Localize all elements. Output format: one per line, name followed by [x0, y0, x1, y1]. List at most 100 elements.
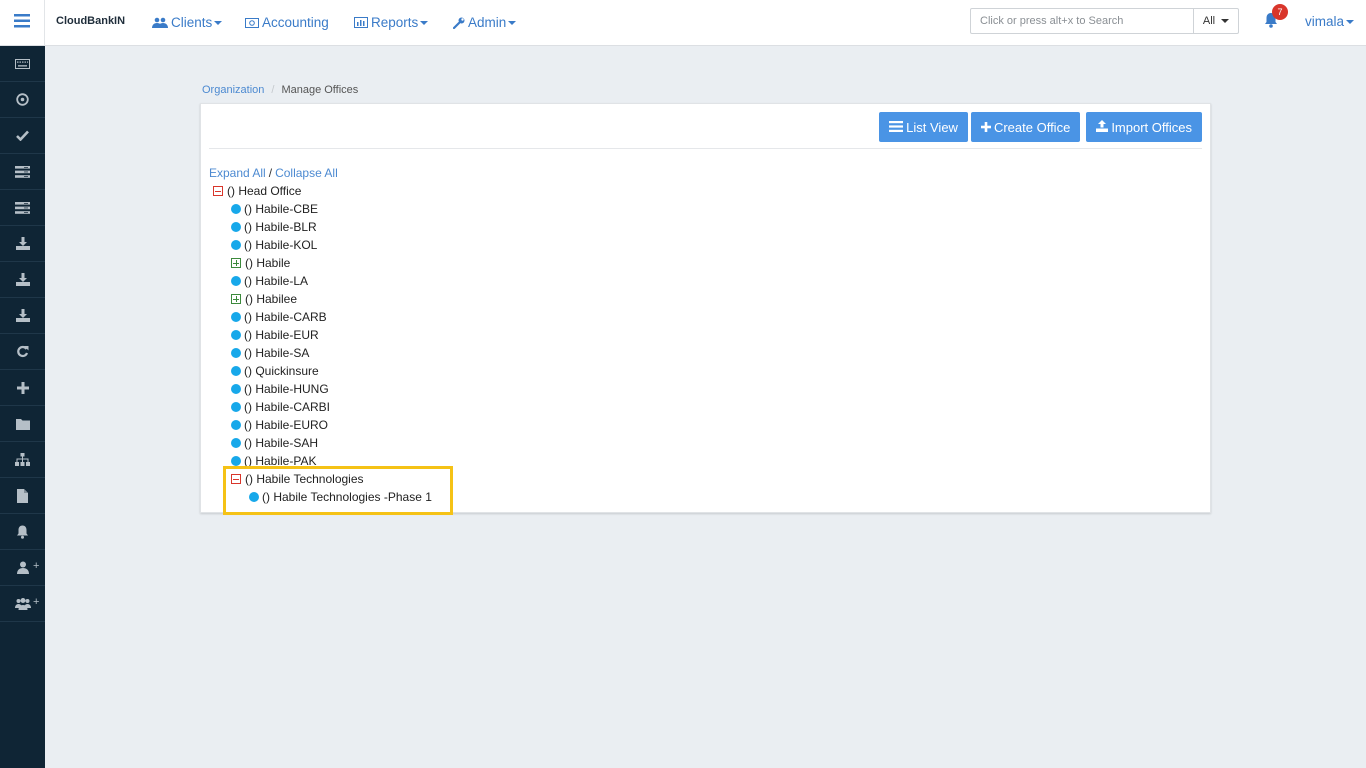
leaf-node-icon [231, 438, 241, 448]
nav-reports[interactable]: Reports [354, 0, 429, 45]
sidebar-item-add[interactable] [0, 370, 45, 406]
tree-node[interactable]: () Habile-BLR [213, 218, 432, 236]
refresh-icon [16, 345, 29, 358]
collapse-icon[interactable] [213, 186, 223, 196]
breadcrumb-organization-link[interactable]: Organization [202, 84, 264, 96]
brand-logo[interactable]: CloudBankIN [56, 15, 125, 27]
tree-node[interactable]: () Habile Technologies [213, 470, 432, 488]
collapse-all-link[interactable]: Collapse All [275, 166, 338, 180]
create-office-button[interactable]: Create Office [970, 112, 1081, 142]
folder-icon [15, 418, 30, 430]
tree-node-label[interactable]: () Habile-CARB [244, 310, 327, 324]
sidebar-item-keyboard[interactable] [0, 46, 45, 82]
sidebar-item-organization[interactable] [0, 442, 45, 478]
tree-node-label[interactable]: () Habile-SA [244, 346, 309, 360]
sidebar-item-download-1[interactable] [0, 226, 45, 262]
tree-node[interactable]: () Habile-HUNG [213, 380, 432, 398]
list-icon [15, 201, 30, 214]
users-plus-icon [14, 597, 31, 610]
tree-node-label[interactable]: () Habile-LA [244, 274, 308, 288]
list-icon [889, 120, 904, 135]
tree-node-label[interactable]: () Habile-PAK [244, 454, 316, 468]
chevron-down-icon [214, 20, 223, 25]
users-icon [152, 17, 168, 29]
download-icon [15, 309, 30, 322]
nav-accounting[interactable]: Accounting [245, 0, 329, 45]
manage-offices-panel: List View Create Office Import Offices E… [200, 103, 1211, 513]
download-icon [15, 273, 30, 286]
tree-node[interactable]: () Habile-SAH [213, 434, 432, 452]
tree-node-label[interactable]: () Habile [245, 256, 290, 270]
tree-node[interactable]: () Quickinsure [213, 362, 432, 380]
tree-node[interactable]: () Habilee [213, 290, 432, 308]
breadcrumb-current: Manage Offices [281, 84, 359, 96]
tree-node-label[interactable]: () Habilee [245, 292, 297, 306]
sidebar-item-navigation[interactable] [0, 82, 45, 118]
sidebar-item-refresh[interactable] [0, 334, 45, 370]
user-name: vimala [1305, 14, 1345, 29]
import-offices-button[interactable]: Import Offices [1086, 112, 1202, 142]
chevron-down-icon [420, 20, 429, 25]
tree-node-label[interactable]: () Habile-SAH [244, 436, 318, 450]
sidebar-item-add-user[interactable]: + [0, 550, 45, 586]
tree-node[interactable]: () Habile-EURO [213, 416, 432, 434]
nav-clients[interactable]: Clients [152, 0, 223, 45]
tree-node-label[interactable]: () Habile Technologies [245, 472, 364, 486]
tree-node-label[interactable]: () Habile-EUR [244, 328, 319, 342]
tree-node[interactable]: () Habile-CBE [213, 200, 432, 218]
tree-node-label[interactable]: () Quickinsure [244, 364, 319, 378]
tree-node-label[interactable]: () Habile-EURO [244, 418, 328, 432]
tree-node-label[interactable]: () Habile Technologies -Phase 1 [262, 490, 432, 504]
sidebar-item-list-2[interactable] [0, 190, 45, 226]
tree-node[interactable]: () Habile-LA [213, 272, 432, 290]
expand-icon[interactable] [231, 258, 241, 268]
tree-node-label[interactable]: () Habile-CBE [244, 202, 318, 216]
tree-node[interactable]: () Habile Technologies -Phase 1 [213, 488, 432, 506]
sidebar-item-list-1[interactable] [0, 154, 45, 190]
tree-node[interactable]: () Habile-PAK [213, 452, 432, 470]
chevron-down-icon [1346, 20, 1355, 25]
tree-node[interactable]: () Habile-SA [213, 344, 432, 362]
money-icon [245, 17, 259, 28]
user-menu[interactable]: vimala [1305, 14, 1355, 29]
search-input[interactable] [971, 9, 1193, 33]
tree-node-label[interactable]: () Habile-BLR [244, 220, 317, 234]
sidebar-item-download-2[interactable] [0, 262, 45, 298]
nav-clients-label: Clients [171, 15, 213, 30]
expand-all-link[interactable]: Expand All [209, 166, 266, 180]
sidebar-item-checker[interactable] [0, 118, 45, 154]
sitemap-icon [15, 453, 30, 466]
tree-node-label[interactable]: () Head Office [227, 184, 301, 198]
tree-node[interactable]: () Habile-CARB [213, 308, 432, 326]
leaf-node-icon [231, 330, 241, 340]
list-view-button[interactable]: List View [879, 112, 968, 142]
sidebar: + + [0, 46, 45, 768]
sidebar-item-folder[interactable] [0, 406, 45, 442]
leaf-node-icon [231, 348, 241, 358]
tree-node[interactable]: () Habile-KOL [213, 236, 432, 254]
leaf-node-icon [231, 366, 241, 376]
tree-node[interactable]: () Habile [213, 254, 432, 272]
tree-node[interactable]: () Habile-EUR [213, 326, 432, 344]
leaf-node-icon [231, 204, 241, 214]
leaf-node-icon [231, 222, 241, 232]
bar-chart-icon [354, 17, 368, 28]
nav-admin-label: Admin [468, 15, 507, 30]
sidebar-item-document[interactable] [0, 478, 45, 514]
plus-suffix: + [33, 596, 40, 608]
sidebar-item-add-group[interactable]: + [0, 586, 45, 622]
tree-node-label[interactable]: () Habile-KOL [244, 238, 317, 252]
office-tree: () Head Office () Habile-CBE () Habile-BL… [213, 182, 432, 506]
tree-node-head-office[interactable]: () Head Office [213, 182, 432, 200]
sidebar-item-notifications[interactable] [0, 514, 45, 550]
menu-toggle-button[interactable] [0, 0, 45, 45]
collapse-icon[interactable] [231, 474, 241, 484]
expand-icon[interactable] [231, 294, 241, 304]
sidebar-item-download-3[interactable] [0, 298, 45, 334]
plus-icon [16, 381, 29, 394]
nav-admin[interactable]: Admin [453, 0, 517, 45]
tree-node-label[interactable]: () Habile-HUNG [244, 382, 329, 396]
tree-node-label[interactable]: () Habile-CARBI [244, 400, 330, 414]
search-scope-select[interactable]: All [1193, 9, 1238, 33]
tree-node[interactable]: () Habile-CARBI [213, 398, 432, 416]
